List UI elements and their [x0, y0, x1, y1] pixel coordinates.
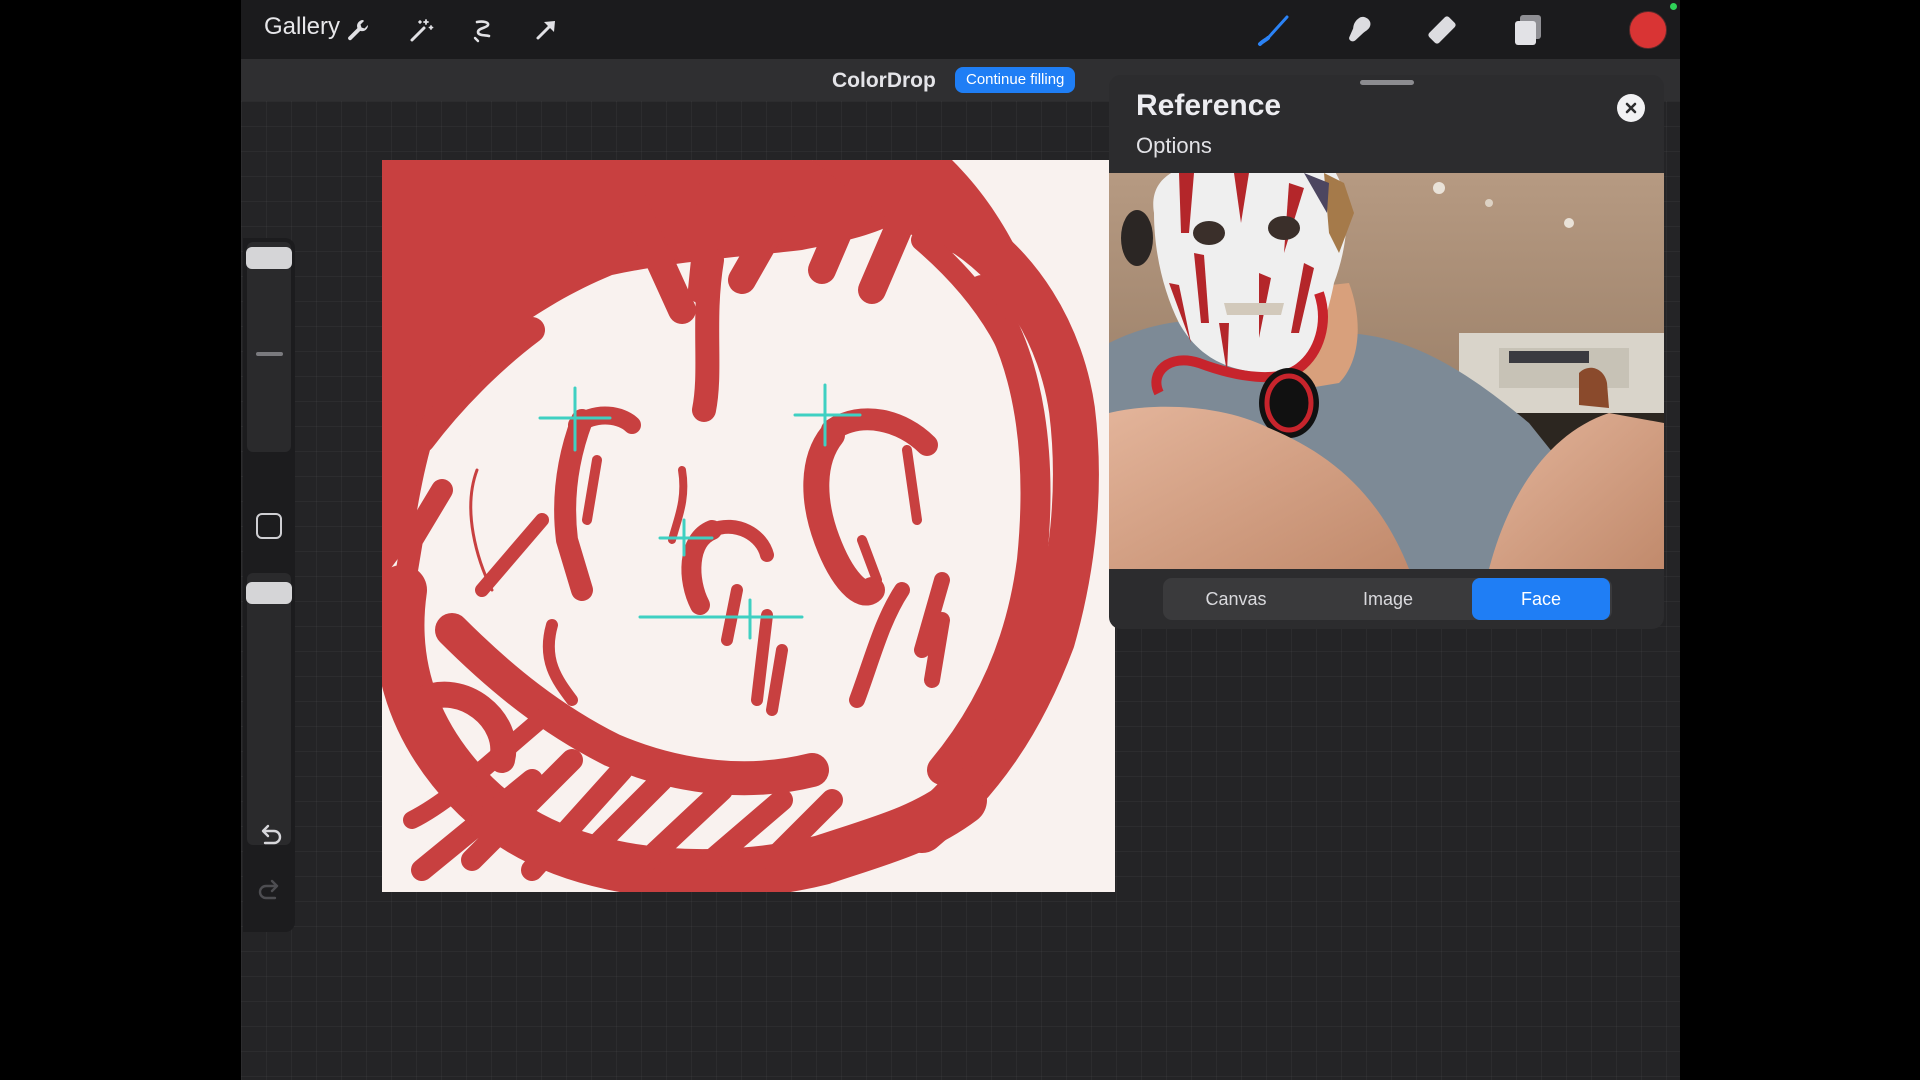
undo-icon[interactable] [255, 821, 285, 851]
drawing-canvas[interactable] [382, 160, 1115, 892]
panel-grabber[interactable] [1360, 80, 1414, 85]
reference-panel: Reference Options Canvas Image Face [1109, 75, 1664, 629]
camera-indicator-dot [1670, 3, 1677, 10]
reference-mode-selector: Canvas Image Face [1163, 578, 1612, 620]
left-sidebar [243, 238, 295, 932]
wrench-icon[interactable] [338, 10, 378, 50]
gallery-button[interactable]: Gallery [264, 13, 340, 41]
top-toolbar: Gallery [241, 0, 1680, 59]
eraser-icon[interactable] [1421, 8, 1465, 52]
close-button[interactable] [1617, 94, 1645, 122]
continue-filling-button[interactable]: Continue filling [955, 67, 1076, 93]
brush-size-notch [256, 352, 283, 356]
brush-icon[interactable] [1251, 8, 1295, 52]
procreate-app: Gallery ColorDrop Continue filling Refer… [241, 0, 1680, 1080]
face-drawing [382, 160, 1099, 892]
modify-button[interactable] [256, 513, 282, 539]
magic-wand-icon[interactable] [401, 10, 441, 50]
transform-arrow-icon[interactable] [526, 10, 566, 50]
layers-icon[interactable] [1506, 8, 1550, 52]
left-eye-marker [538, 386, 612, 452]
brush-size-knob[interactable] [246, 247, 292, 269]
reference-options[interactable]: Options [1136, 133, 1212, 159]
opacity-knob[interactable] [246, 582, 292, 604]
brush-size-slider[interactable] [247, 242, 291, 452]
reference-title: Reference [1136, 89, 1282, 122]
close-icon [1625, 102, 1637, 114]
current-color-swatch[interactable] [1629, 11, 1667, 49]
tab-face[interactable]: Face [1472, 578, 1610, 620]
tab-image[interactable]: Image [1319, 578, 1457, 620]
tab-canvas[interactable]: Canvas [1167, 578, 1305, 620]
mouth-marker [638, 598, 804, 640]
selection-icon[interactable] [463, 10, 503, 50]
colordrop-title: ColorDrop [832, 69, 936, 92]
redo-icon[interactable] [255, 876, 285, 906]
smudge-icon[interactable] [1336, 8, 1380, 52]
opacity-slider[interactable] [247, 573, 291, 845]
reference-camera-image [1109, 173, 1664, 569]
